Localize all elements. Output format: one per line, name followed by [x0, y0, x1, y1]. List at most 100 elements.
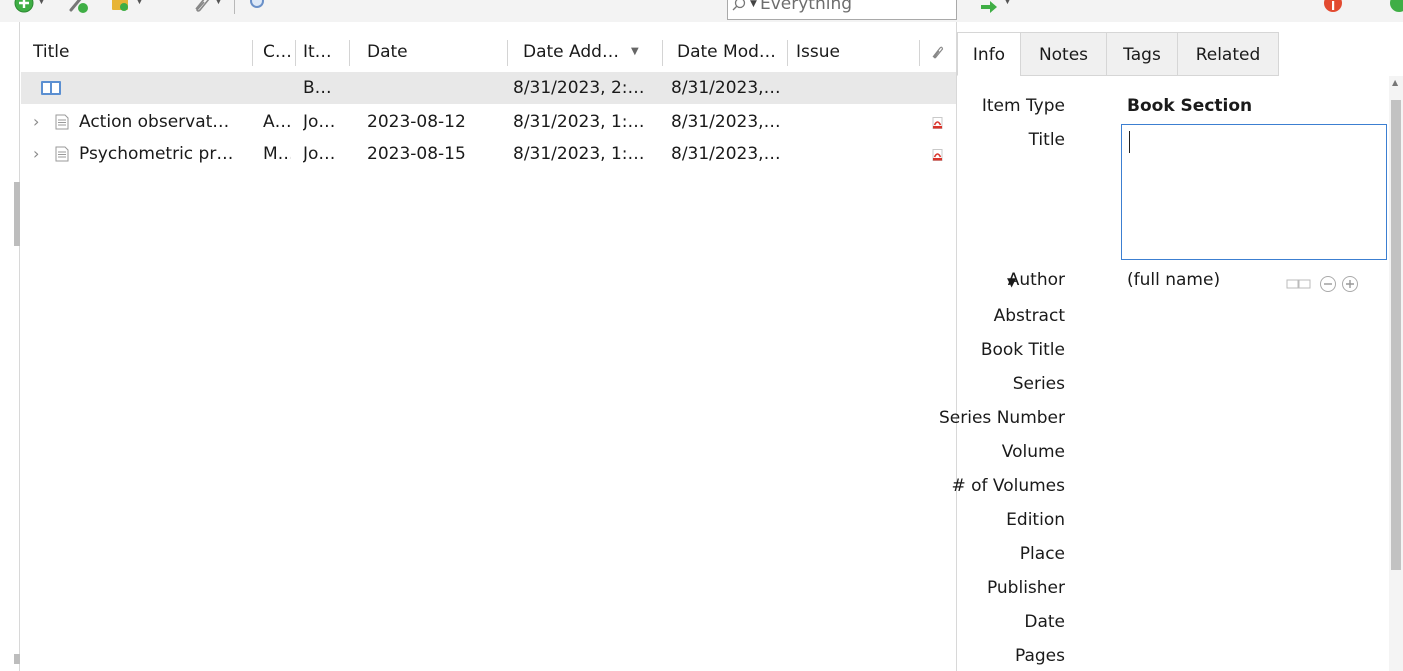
cell-date-modified: 8/31/2023,…	[671, 112, 781, 132]
tab-notes[interactable]: Notes	[1020, 32, 1107, 76]
search-input[interactable]: ▼ Everything	[727, 0, 957, 20]
cell-title: Psychometric pr…	[79, 144, 234, 164]
journal-article-icon	[55, 114, 69, 130]
journal-article-icon	[55, 146, 69, 162]
advanced-search-icon[interactable]	[246, 0, 268, 14]
new-item-icon[interactable]	[13, 0, 35, 14]
field-label-place[interactable]: Place	[1020, 544, 1065, 564]
item-pane: Info Notes Tags Related Item Type Book S…	[939, 22, 1403, 671]
field-label-title: Title	[1028, 130, 1065, 150]
field-label-abstract[interactable]: Abstract	[994, 306, 1065, 326]
add-by-identifier-icon[interactable]	[67, 0, 89, 14]
expand-chevron-icon[interactable]: ›	[33, 106, 39, 138]
cell-creator: A…	[263, 112, 291, 132]
column-divider[interactable]	[507, 40, 508, 66]
column-date[interactable]: Date	[367, 32, 497, 72]
column-title[interactable]: Title	[33, 32, 243, 72]
column-item-type[interactable]: It…	[303, 32, 337, 72]
add-author-icon[interactable]	[1342, 276, 1358, 292]
table-row[interactable]: › Action observat… A… Jo… 2023-08-12 8/3…	[21, 106, 956, 138]
column-date-added[interactable]: Date Add…	[523, 32, 623, 72]
field-label-series-number[interactable]: Series Number	[939, 408, 1065, 428]
cell-title: Action observat…	[79, 112, 230, 132]
tab-info[interactable]: Info	[957, 32, 1021, 76]
column-creator[interactable]: C…	[263, 32, 291, 72]
sort-descending-icon: ▼	[631, 46, 639, 57]
item-pane-scrollbar[interactable]: ▲	[1389, 76, 1403, 671]
column-divider[interactable]	[662, 40, 663, 66]
attachment-dropdown-icon[interactable]: ▼	[215, 0, 222, 6]
field-label-num-volumes[interactable]: # of Volumes	[951, 476, 1065, 496]
locate-dropdown-icon[interactable]: ▼	[1004, 0, 1011, 6]
column-header-row: Title C… It… Date Date Add… ▼ Date Mod… …	[21, 32, 956, 72]
cell-issue	[796, 138, 876, 170]
field-label-volume[interactable]: Volume	[1002, 442, 1065, 462]
new-collection-icon[interactable]	[110, 0, 132, 14]
column-divider[interactable]	[787, 40, 788, 66]
column-divider[interactable]	[295, 40, 296, 66]
items-list: Title C… It… Date Date Add… ▼ Date Mod… …	[21, 22, 956, 671]
book-section-icon	[41, 81, 61, 95]
cell-date	[367, 72, 497, 104]
table-row[interactable]: B… 8/31/2023, 2:… 8/31/2023,…	[21, 72, 956, 104]
field-label-pages[interactable]: Pages	[1015, 646, 1065, 666]
field-label-edition[interactable]: Edition	[1006, 510, 1065, 530]
scroll-up-icon[interactable]: ▲	[1392, 78, 1398, 87]
cell-date: 2023-08-12	[367, 112, 466, 132]
new-item-dropdown-icon[interactable]: ▼	[38, 0, 45, 6]
text-caret	[1129, 131, 1130, 153]
pdf-attachment-icon[interactable]	[932, 117, 943, 129]
cell-item-type: B…	[303, 78, 332, 98]
column-issue[interactable]: Issue	[796, 32, 876, 72]
scrollbar-thumb[interactable]	[1391, 100, 1401, 570]
cell-date-added: 8/31/2023, 1:…	[513, 144, 645, 164]
field-value-item-type[interactable]: Book Section	[1127, 96, 1252, 116]
column-divider[interactable]	[252, 40, 253, 66]
title-field[interactable]	[1121, 124, 1387, 260]
field-value-author[interactable]: (full name)	[1127, 270, 1220, 290]
author-controls	[1286, 276, 1358, 292]
tab-related[interactable]: Related	[1177, 32, 1279, 76]
cell-creator: M…	[263, 144, 291, 164]
cell-creator	[263, 72, 291, 104]
field-label-series[interactable]: Series	[1013, 374, 1065, 394]
search-mode-dropdown-icon[interactable]: ▼	[750, 0, 757, 9]
locate-icon[interactable]	[978, 0, 1000, 14]
toolbar-separator	[234, 0, 235, 14]
cell-date-added: 8/31/2023, 2:…	[513, 78, 645, 98]
collection-dropdown-icon[interactable]: ▼	[136, 0, 143, 6]
collections-pane-edge	[0, 22, 20, 671]
pane-splitter-grip[interactable]	[14, 182, 20, 246]
pdf-attachment-icon[interactable]	[932, 149, 943, 161]
cell-date-modified: 8/31/2023,…	[671, 144, 781, 164]
cell-issue	[796, 72, 876, 104]
cell-item-type: Jo…	[303, 144, 336, 164]
cell-issue	[796, 106, 876, 138]
column-divider[interactable]	[349, 40, 350, 66]
toolbar: ▼ ▼ ▼ ▼ Everything ▼	[0, 0, 1403, 22]
expand-chevron-icon[interactable]: ›	[33, 138, 39, 170]
attachment-icon[interactable]	[190, 0, 212, 14]
cell-title	[79, 72, 249, 104]
info-fields: Item Type Book Section Title ▼ Author (f…	[939, 76, 1389, 671]
remove-author-icon[interactable]	[1320, 276, 1336, 292]
switch-field-mode-icon[interactable]	[1286, 279, 1311, 289]
attachments-column-icon[interactable]	[930, 44, 944, 60]
cell-item-type: Jo…	[303, 112, 336, 132]
cell-date-modified: 8/31/2023,…	[671, 78, 781, 98]
sync-icon[interactable]	[1388, 0, 1403, 14]
error-report-icon[interactable]	[1322, 0, 1344, 14]
search-icon	[732, 0, 746, 11]
field-label-author[interactable]: Author	[1008, 270, 1065, 290]
column-date-modified[interactable]: Date Mod…	[677, 32, 777, 72]
field-label-item-type: Item Type	[981, 96, 1065, 116]
tab-tags[interactable]: Tags	[1106, 32, 1178, 76]
search-placeholder: Everything	[760, 0, 853, 14]
table-row[interactable]: › Psychometric pr… M… Jo… 2023-08-15 8/3…	[21, 138, 956, 170]
field-label-date[interactable]: Date	[1024, 612, 1065, 632]
field-label-publisher[interactable]: Publisher	[987, 578, 1065, 598]
cell-date-added: 8/31/2023, 1:…	[513, 112, 645, 132]
column-divider[interactable]	[919, 40, 920, 66]
field-label-book-title[interactable]: Book Title	[981, 340, 1065, 360]
pane-splitter-grip-lower[interactable]	[14, 654, 20, 664]
